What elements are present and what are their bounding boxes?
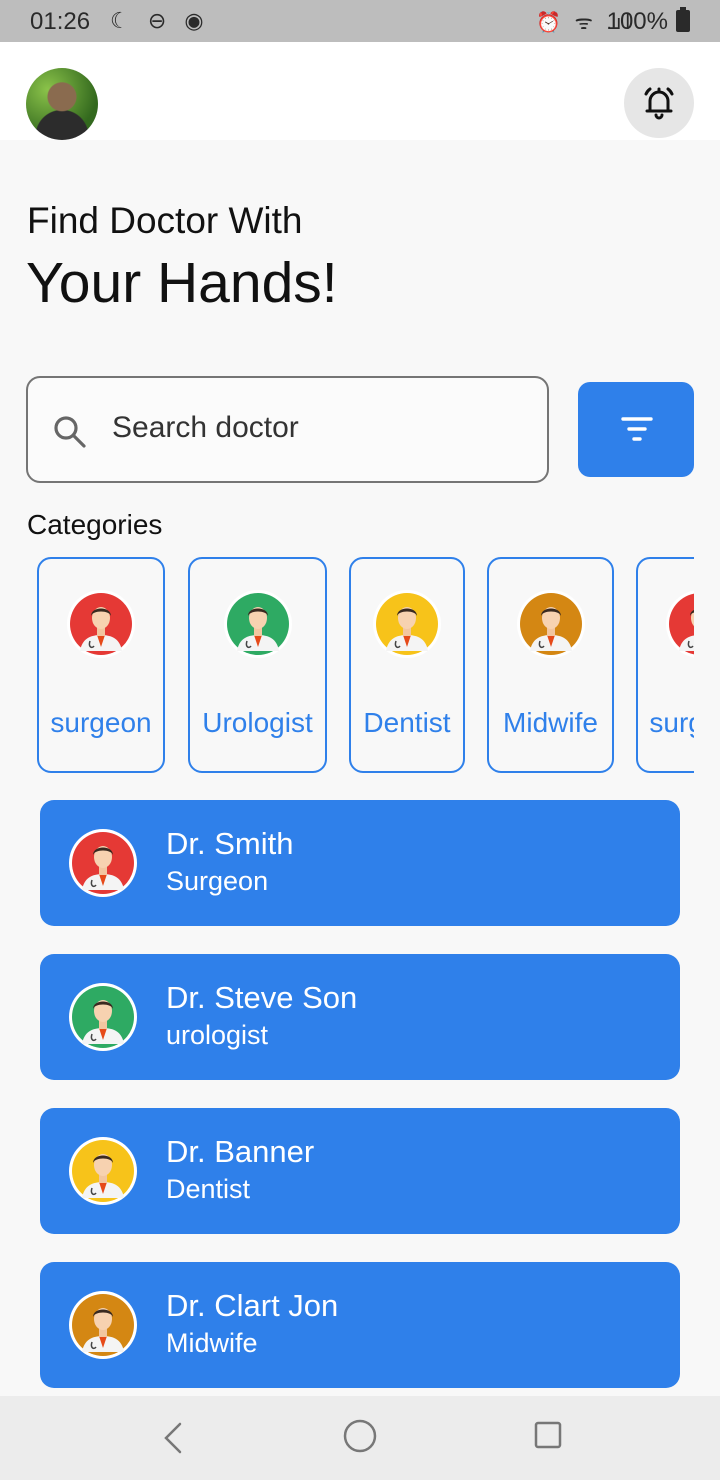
doctor-avatar-icon <box>69 1291 137 1359</box>
doctor-card[interactable]: Dr. Smith Surgeon <box>40 800 680 926</box>
category-card-dentist[interactable]: Dentist <box>349 557 465 773</box>
category-card-surgeon-2[interactable]: surgeon <box>636 557 694 773</box>
search-icon <box>54 416 86 448</box>
doctor-specialty: Surgeon <box>166 866 269 896</box>
doctor-name: Dr. Banner <box>166 1134 315 1169</box>
doctor-name: Dr. Smith <box>166 826 294 861</box>
bell-ring-icon <box>644 87 674 120</box>
status-notification-icons: ☾ ⊖ ◉ <box>110 8 210 33</box>
doctor-specialty: Midwife <box>166 1328 258 1358</box>
home-icon[interactable] <box>342 1418 378 1454</box>
search-input[interactable]: Search doctor <box>26 376 549 483</box>
doctor-avatar-icon <box>67 590 135 658</box>
system-navigation-bar <box>0 1396 720 1480</box>
category-card-urologist[interactable]: Urologist <box>188 557 327 773</box>
search-placeholder: Search doctor <box>112 411 299 444</box>
category-label: surgeon <box>50 707 152 738</box>
category-card-surgeon[interactable]: surgeon <box>37 557 165 773</box>
doctor-name: Dr. Clart Jon <box>166 1288 339 1323</box>
doctor-avatar-icon <box>223 590 292 658</box>
doctor-avatar-icon <box>373 590 441 658</box>
doctor-specialty: urologist <box>166 1020 269 1050</box>
category-label: Urologist <box>202 707 313 738</box>
headline-line-2: Your Hands! <box>26 251 338 315</box>
category-label: surgeon <box>649 707 694 738</box>
doctor-avatar-icon <box>516 590 585 658</box>
category-card-midwife[interactable]: Midwife <box>487 557 614 773</box>
categories-heading: Categories <box>27 509 163 540</box>
status-time: 01:26 <box>30 8 91 35</box>
doctor-card[interactable]: Dr. Clart Jon Midwife <box>40 1262 680 1388</box>
status-bar: 01:26 ☾ ⊖ ◉ ⏰ ᯤ .ıl 100% <box>0 0 720 42</box>
doctor-avatar-icon <box>666 590 694 658</box>
categories-list[interactable]: surgeon Urologist Dentist Midwife surgeo… <box>0 555 694 775</box>
recents-icon[interactable] <box>534 1421 562 1449</box>
back-icon[interactable] <box>160 1418 186 1458</box>
doctor-card[interactable]: Dr. Steve Son urologist <box>40 954 680 1080</box>
battery-icon <box>676 7 690 32</box>
category-label: Dentist <box>363 707 451 738</box>
notification-button[interactable] <box>624 68 694 138</box>
doctor-specialty: Dentist <box>166 1174 251 1204</box>
app-header <box>0 42 720 140</box>
profile-avatar[interactable] <box>26 68 98 140</box>
doctor-avatar-icon <box>69 1137 137 1205</box>
doctor-name: Dr. Steve Son <box>166 980 358 1015</box>
filter-button[interactable] <box>578 382 694 477</box>
battery-percent: 100% <box>606 8 668 35</box>
filter-icon <box>621 417 653 441</box>
doctor-card[interactable]: Dr. Banner Dentist <box>40 1108 680 1234</box>
headline-line-1: Find Doctor With <box>27 200 303 241</box>
doctor-avatar-icon <box>69 829 137 897</box>
category-label: Midwife <box>503 707 598 738</box>
doctor-avatar-icon <box>69 983 137 1051</box>
